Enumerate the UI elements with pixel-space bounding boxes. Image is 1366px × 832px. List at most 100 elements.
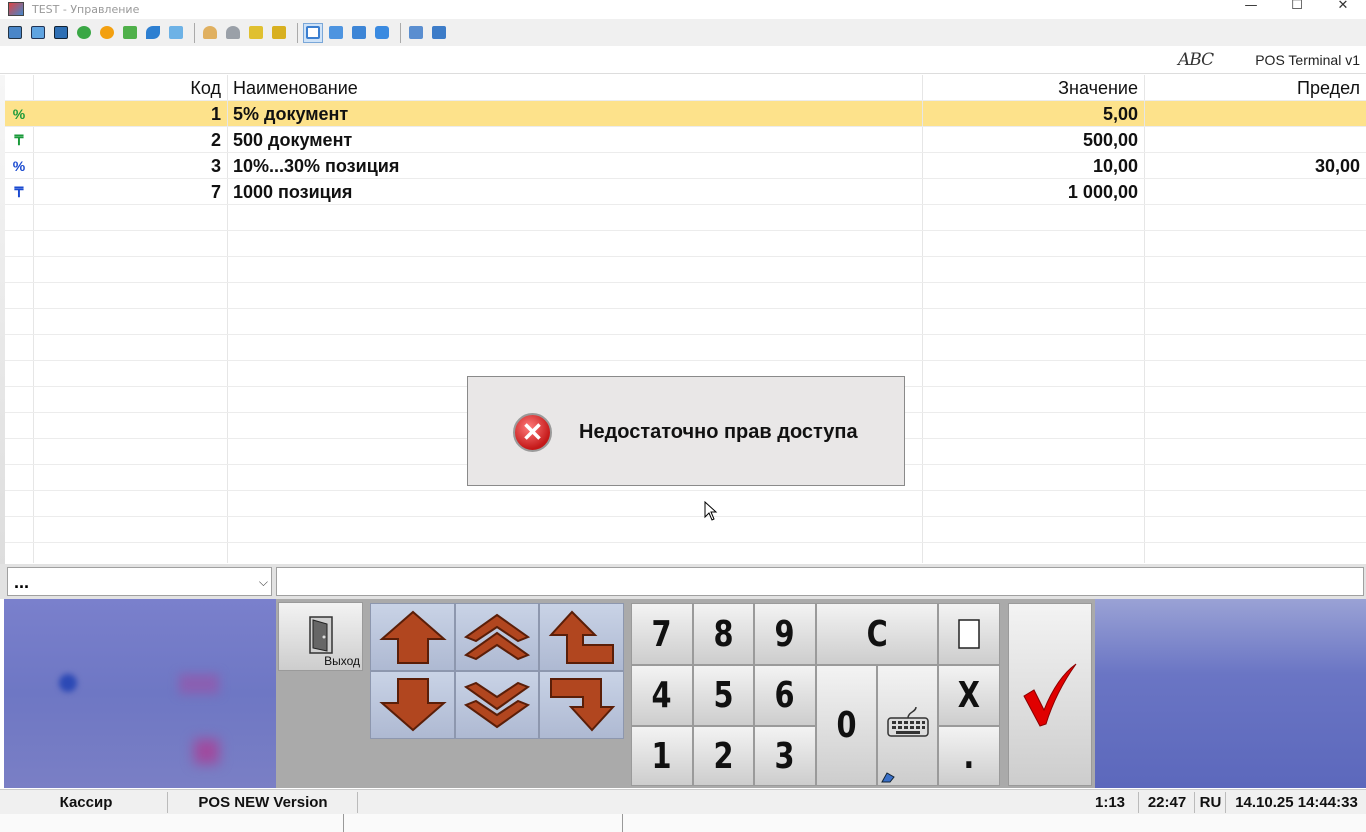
window-fill-icon[interactable]	[349, 23, 369, 43]
key-4[interactable]: 4	[631, 665, 693, 726]
monitor-icon[interactable]	[28, 23, 48, 43]
toolbar-separator	[194, 22, 195, 43]
down-button[interactable]	[370, 671, 455, 739]
close-button[interactable]: ✕	[1320, 0, 1366, 18]
lock-open-icon[interactable]	[246, 23, 266, 43]
key-5[interactable]: 5	[693, 665, 754, 726]
key-6[interactable]: 6	[754, 665, 816, 726]
toolbar-separator	[297, 22, 298, 43]
mouse-cursor-icon	[704, 501, 718, 521]
exchange-icon[interactable]	[74, 23, 94, 43]
empty-row	[5, 491, 1366, 517]
keyboard-button[interactable]	[877, 665, 938, 786]
cell-limit	[1145, 127, 1366, 152]
arrow-up-icon	[378, 610, 447, 664]
key-3[interactable]: 3	[754, 726, 816, 786]
arrow-down-icon	[378, 678, 447, 732]
key-1[interactable]: 1	[631, 726, 693, 786]
confirm-button[interactable]	[1008, 603, 1092, 786]
blank-key[interactable]	[938, 603, 1000, 665]
checkmark-icon	[1023, 663, 1077, 727]
eraser-icon	[881, 772, 895, 783]
fullscreen-icon[interactable]	[326, 23, 346, 43]
key-0[interactable]: 0	[816, 665, 877, 786]
phone-icon[interactable]	[143, 23, 163, 43]
page-down-button[interactable]	[455, 671, 539, 739]
cell-value: 5,00	[923, 101, 1144, 126]
dot-button[interactable]: .	[938, 726, 1000, 786]
cell-kod: 3	[210, 156, 221, 176]
exit-label: Выход	[324, 654, 360, 668]
cell-value: 1 000,00	[1067, 182, 1138, 202]
empty-row	[5, 517, 1366, 543]
x-button[interactable]: X	[938, 665, 1000, 726]
clear-button[interactable]: C	[816, 603, 938, 665]
cell-limit: 30,00	[1314, 156, 1360, 176]
page-up-button[interactable]	[455, 603, 539, 671]
console-icon[interactable]	[51, 23, 71, 43]
empty-row	[5, 205, 1366, 231]
tools-icon[interactable]	[429, 23, 449, 43]
keyboard-icon	[886, 706, 929, 737]
minimize-button[interactable]: —	[1228, 0, 1274, 18]
exit-button[interactable]: Выход	[278, 602, 363, 671]
messages-icon[interactable]	[120, 23, 140, 43]
empty-row	[5, 257, 1366, 283]
cell-name: 5% документ	[228, 101, 922, 126]
home-button[interactable]	[539, 603, 624, 671]
cell-value: 500,00	[1082, 130, 1138, 150]
background-window-strip	[0, 814, 1366, 832]
window-normal-icon[interactable]	[303, 22, 323, 43]
empty-row	[5, 283, 1366, 309]
chat-icon[interactable]	[166, 23, 186, 43]
command-input[interactable]	[276, 567, 1364, 596]
key-9[interactable]: 9	[754, 603, 816, 665]
background-image-left	[4, 599, 276, 788]
key-2[interactable]: 2	[693, 726, 754, 786]
double-chevron-up-icon	[463, 613, 531, 661]
background-image-right	[1095, 599, 1366, 788]
maximize-button[interactable]: ☐	[1274, 0, 1320, 18]
door-icon	[309, 616, 333, 654]
arrow-down-corner-icon	[549, 678, 615, 732]
up-button[interactable]	[370, 603, 455, 671]
error-dialog[interactable]: ✕ Недостаточно прав доступа	[467, 376, 905, 486]
status-datetime: 14.10.25 14:44:33	[1235, 794, 1358, 811]
cell-kod: 2	[210, 130, 221, 150]
table-row[interactable]: ₸ 2 500 документ 500,00	[5, 127, 1366, 153]
zoom-icon[interactable]	[372, 23, 392, 43]
table-row[interactable]: % 3 10%...30% позиция 10,00 30,00	[5, 153, 1366, 179]
input-bar: ... ⌵	[0, 564, 1366, 599]
column-header-kod[interactable]: Код	[33, 75, 227, 100]
cell-kod: 7	[210, 182, 221, 202]
users-icon[interactable]	[223, 23, 243, 43]
mode-select-value: ...	[14, 572, 30, 592]
end-button[interactable]	[539, 671, 624, 739]
column-header-name[interactable]: Наименование	[228, 75, 922, 100]
table-row[interactable]: ₸ 7 1000 позиция 1 000,00	[5, 179, 1366, 205]
cell-kod: 1	[33, 101, 227, 126]
toolbar	[0, 19, 1366, 46]
error-message: Недостаточно прав доступа	[579, 421, 858, 443]
chevron-down-icon[interactable]: ⌵	[259, 568, 268, 596]
windows-icon[interactable]	[406, 23, 426, 43]
key-7[interactable]: 7	[631, 603, 693, 665]
blank-rect-icon	[958, 619, 980, 649]
mode-select[interactable]: ... ⌵	[7, 567, 272, 596]
warning-icon[interactable]	[97, 23, 117, 43]
title-bar: TEST - Управление — ☐ ✕	[0, 0, 1366, 18]
window-title: TEST - Управление	[32, 2, 140, 16]
discount-table[interactable]: Код Наименование Значение Предел % 1 5% …	[5, 75, 1366, 563]
status-language: RU	[1196, 792, 1226, 813]
tenge-icon: ₸	[14, 132, 24, 148]
register-icon[interactable]	[5, 23, 25, 43]
status-bar: Кассир POS NEW Version 1:13 22:47 RU 14.…	[0, 789, 1366, 814]
lock-icon[interactable]	[269, 23, 289, 43]
user-icon[interactable]	[200, 23, 220, 43]
cell-value: 10,00	[1092, 156, 1138, 176]
column-header-limit[interactable]: Предел	[1145, 75, 1366, 100]
key-8[interactable]: 8	[693, 603, 754, 665]
table-row[interactable]: % 1 5% документ 5,00	[5, 101, 1366, 127]
column-header-value[interactable]: Значение	[923, 75, 1144, 100]
percent-icon: %	[5, 101, 33, 126]
